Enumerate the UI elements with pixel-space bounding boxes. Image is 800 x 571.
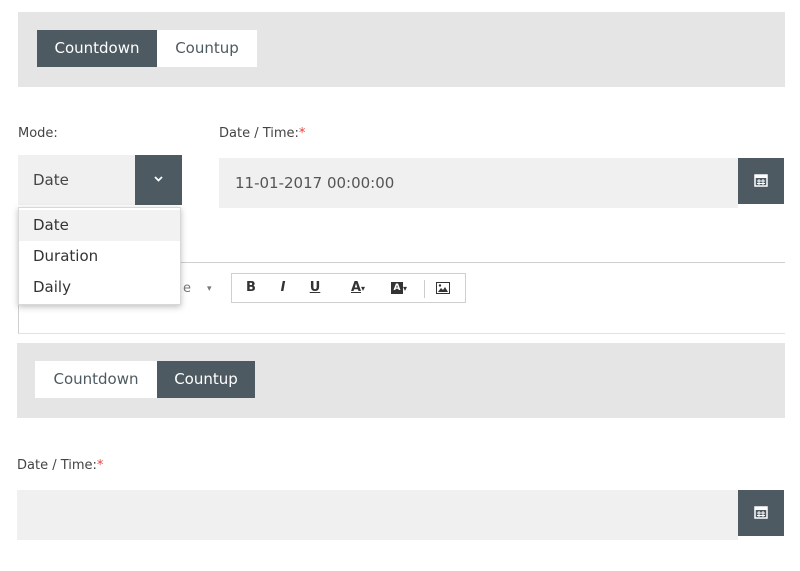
required-mark: *: [298, 126, 306, 141]
mode-select[interactable]: Date: [18, 155, 182, 205]
datetime-label-2-text: Date / Time:: [17, 458, 97, 473]
underline-button[interactable]: U: [304, 274, 326, 302]
bold-button[interactable]: B: [240, 274, 262, 302]
text-color-label: A: [350, 280, 362, 295]
mode-selected-value: Date: [33, 171, 69, 189]
chevron-down-icon: [154, 176, 163, 182]
calendar-icon: [754, 506, 768, 519]
format-toolbar: B I U A▾ A ▾: [231, 273, 466, 303]
mode-label: Mode:: [18, 126, 58, 141]
mode-option-date[interactable]: Date: [19, 210, 180, 241]
caret-down-icon: ▾: [207, 284, 212, 294]
background-color-icon: A: [390, 281, 403, 294]
toolbar-divider: [424, 280, 425, 298]
datetime-label: Date / Time:*: [219, 126, 305, 141]
italic-button[interactable]: I: [272, 274, 294, 302]
editor-select-text: e: [183, 281, 191, 296]
datetime-input-2[interactable]: [17, 490, 738, 540]
mode-option-duration[interactable]: Duration: [19, 241, 180, 272]
background-color-caret-icon: ▾: [402, 284, 407, 293]
mode-option-daily[interactable]: Daily: [19, 272, 180, 303]
text-color-button[interactable]: A▾: [342, 274, 374, 302]
mode-tabbar-2: Countdown Countup: [17, 343, 785, 418]
calendar-icon: [754, 174, 768, 187]
tab-countdown[interactable]: Countdown: [37, 30, 157, 67]
mode-dropdown-menu: Date Duration Daily: [18, 207, 181, 305]
text-color-caret-icon: ▾: [361, 284, 366, 293]
datetime-input[interactable]: 11-01-2017 00:00:00: [219, 158, 738, 208]
tab-countup[interactable]: Countup: [157, 30, 257, 67]
datetime-label-2: Date / Time:*: [17, 458, 103, 473]
insert-image-button[interactable]: [430, 274, 456, 302]
background-color-button[interactable]: A ▾: [382, 274, 416, 302]
tab-countup-2[interactable]: Countup: [157, 361, 255, 398]
tab-countdown-2[interactable]: Countdown: [35, 361, 157, 398]
calendar-button-2[interactable]: [738, 490, 784, 536]
datetime-label-text: Date / Time:: [219, 126, 299, 141]
mode-dropdown-toggle[interactable]: [135, 155, 182, 205]
calendar-button[interactable]: [738, 158, 784, 204]
required-mark-2: *: [96, 458, 104, 473]
mode-tabbar-1: Countdown Countup: [18, 12, 785, 87]
image-icon: [436, 281, 450, 294]
